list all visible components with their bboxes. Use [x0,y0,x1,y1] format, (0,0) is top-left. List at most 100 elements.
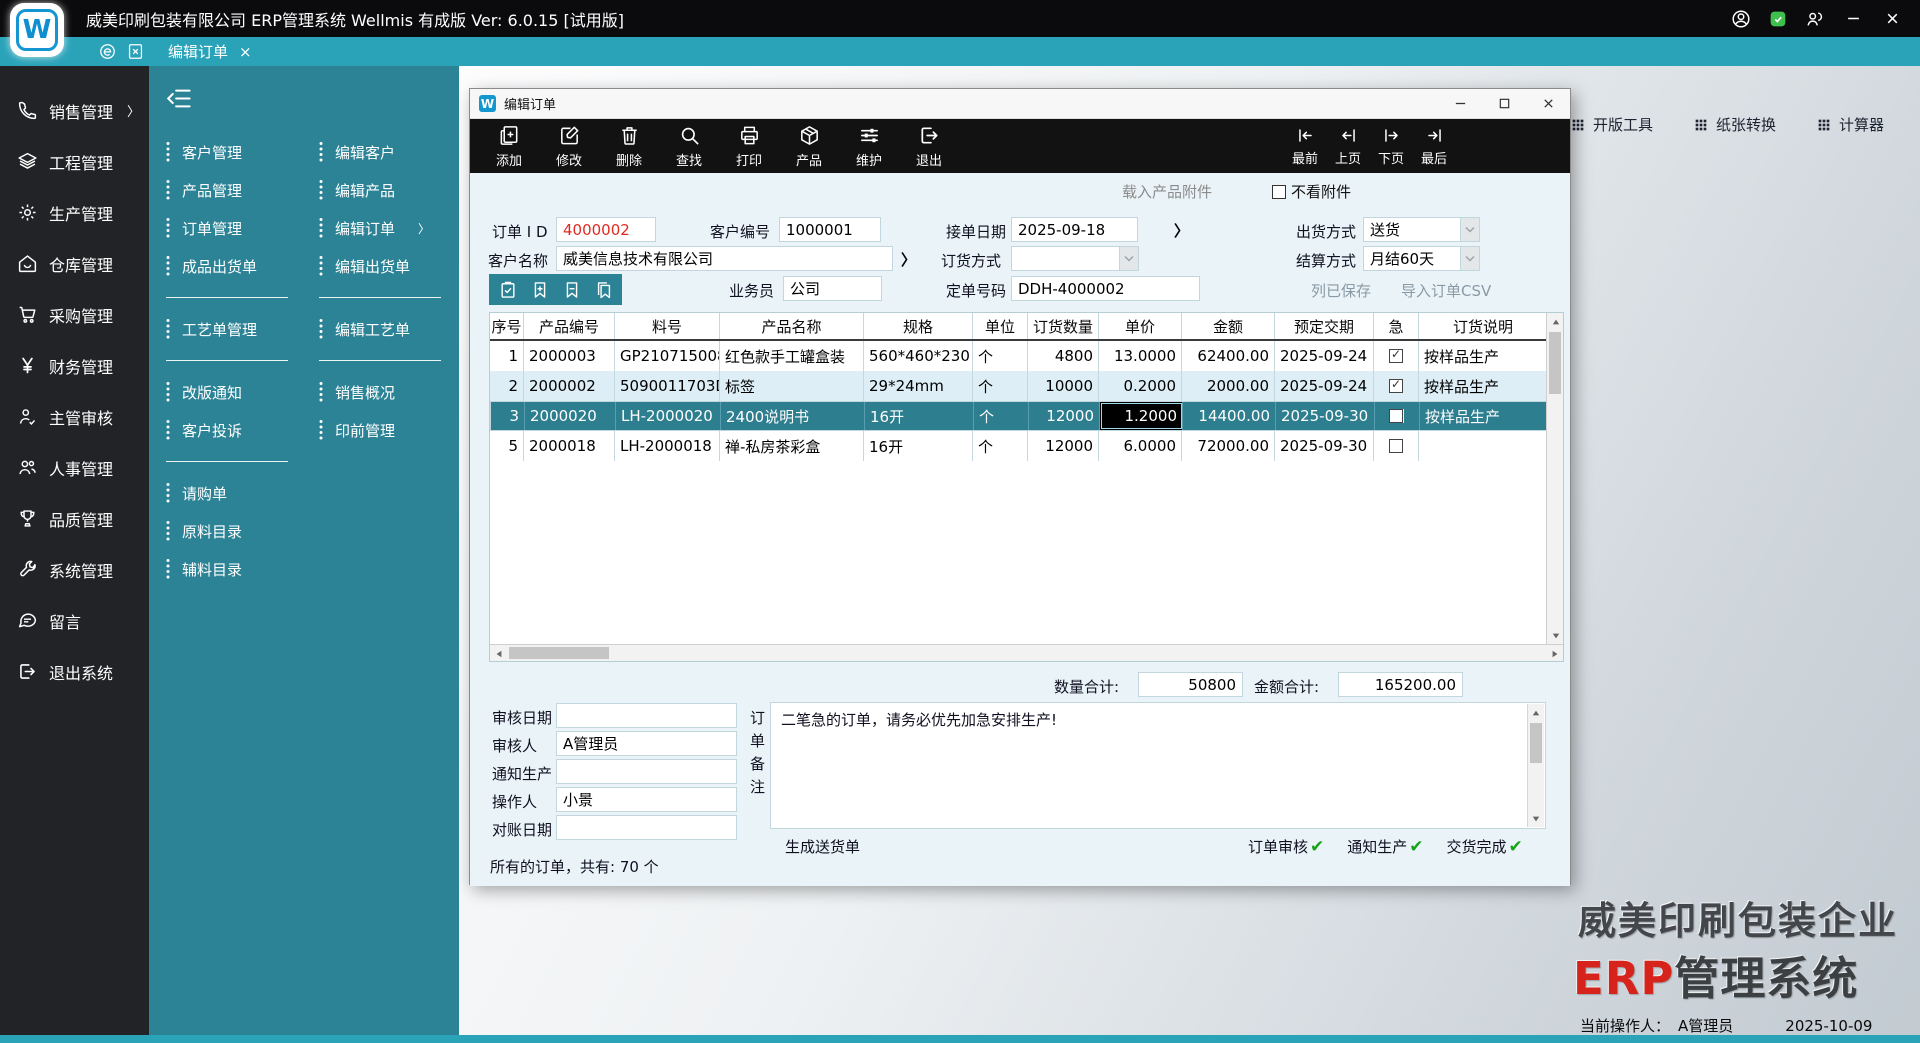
submenu-item[interactable]: 原料目录 [165,512,310,550]
cell-序号[interactable]: 5 [490,431,524,461]
submenu-item[interactable]: 订单管理 [165,209,310,247]
column-header[interactable]: 订货数量 [1028,313,1099,339]
submenu-item[interactable]: 产品管理 [165,171,310,209]
window-close-button[interactable] [1526,89,1570,118]
badge-icon[interactable] [1767,8,1789,30]
chevron-down-icon[interactable] [1460,247,1479,270]
sidebar-item[interactable]: 销售管理〉 [0,85,149,136]
nav-button[interactable]: 下页 [1371,126,1411,167]
sidebar-item[interactable]: 品质管理 [0,493,149,544]
table-row[interactable]: 12000003GP210715008红色款手工罐盒装560*460*230个4… [490,341,1546,371]
submenu-item[interactable]: 客户投诉 [165,411,310,449]
cell-金额[interactable]: 72000.00 [1182,431,1275,461]
window-titlebar[interactable]: W 编辑订单 [470,89,1570,119]
toolbar-button[interactable]: 退出 [903,124,955,169]
cell-规格[interactable]: 560*460*230 [864,341,973,371]
cell-产品名称[interactable]: 禅-私房茶彩盒 [720,431,864,461]
order-method-select[interactable] [1011,246,1139,271]
scroll-down-icon[interactable] [1527,810,1544,827]
customer-name-more-button[interactable]: 〉 [901,249,916,270]
table-row[interactable]: 32000020LH-20000202400说明书16开个120001.2000… [490,401,1546,431]
ship-method-select[interactable]: 送货 [1363,217,1480,242]
window-maximize-button[interactable] [1482,89,1526,118]
skip-attachment-checkbox[interactable]: 不看附件 [1272,181,1351,202]
cell-产品名称[interactable]: 标签 [720,371,864,401]
customer-no-field[interactable]: 1000001 [779,217,881,242]
column-header[interactable]: 急 [1374,313,1419,339]
salesman-field[interactable]: 公司 [783,276,882,301]
toolbar-button[interactable]: 打印 [723,124,775,169]
order-id-field[interactable]: 4000002 [556,217,656,242]
cell-订货数量[interactable]: 12000 [1029,402,1100,430]
scroll-up-icon[interactable] [1547,313,1564,330]
cell-订货数量[interactable]: 12000 [1028,431,1099,461]
cell-单价[interactable]: 0.2000 [1099,371,1182,401]
checkbox-unchecked-icon[interactable] [1272,185,1286,199]
order-no-field[interactable]: DDH-4000002 [1011,276,1200,301]
column-header[interactable]: 规格 [864,313,973,339]
nav-button[interactable]: 最前 [1285,126,1325,167]
table-vertical-scrollbar[interactable] [1546,313,1563,644]
cell-预定交期[interactable]: 2025-09-24 [1275,341,1374,371]
cell-产品编号[interactable]: 2000003 [524,341,615,371]
cell-料号[interactable]: LH-2000018 [615,431,720,461]
make-delivery-link[interactable]: 生成送货单 [785,836,860,857]
clipboard-check-icon[interactable] [498,280,518,300]
app-close-button[interactable] [1880,7,1904,31]
cell-序号[interactable]: 2 [490,371,524,401]
scroll-left-icon[interactable] [490,645,507,662]
bookmark-minus-icon[interactable] [562,280,582,300]
sidebar-item[interactable]: 系统管理 [0,544,149,595]
cell-规格[interactable]: 29*24mm [864,371,973,401]
submenu-item[interactable]: 编辑工艺单 [318,310,456,348]
collapse-icon[interactable] [166,85,193,112]
cell-序号[interactable]: 1 [490,341,524,371]
cell-金额[interactable]: 62400.00 [1182,341,1275,371]
toolbar-button[interactable]: 添加 [483,124,535,169]
cell-产品编号[interactable]: 2000002 [524,371,615,401]
tab-edit-order[interactable]: 编辑订单 × [168,41,252,62]
chevron-down-icon[interactable] [1460,218,1479,241]
cell-料号[interactable]: 5090011703D [615,371,720,401]
scroll-up-icon[interactable] [1527,704,1544,721]
column-header[interactable]: 料号 [615,313,720,339]
review-input-3[interactable] [556,759,737,784]
scrollbar-thumb[interactable] [1549,332,1561,394]
cell-金额[interactable]: 14400.00 [1183,402,1276,430]
toolbar-button[interactable]: 删除 [603,124,655,169]
browser-icon[interactable] [98,42,117,61]
scroll-down-icon[interactable] [1547,627,1564,644]
review-input-4[interactable]: 小景 [556,787,737,812]
cell-单价[interactable]: 13.0000 [1099,341,1182,371]
cell-产品名称[interactable]: 红色款手工罐盒装 [720,341,864,371]
receive-date-field[interactable]: 2025-09-18 [1011,217,1138,242]
tab-close-icon[interactable]: × [239,43,252,61]
cell-料号[interactable]: GP210715008 [615,341,720,371]
submenu-item[interactable]: 编辑客户 [318,133,456,171]
cell-单价[interactable]: 6.0000 [1099,431,1182,461]
order-remark-textarea[interactable]: 二笔急的订单，请务必优先加急安排生产! [770,702,1546,829]
submenu-item[interactable]: 请购单 [165,474,310,512]
table-row[interactable]: 220000025090011703D标签29*24mm个100000.2000… [490,371,1546,401]
cell-订货说明[interactable] [1419,431,1546,461]
cell-规格[interactable]: 16开 [864,431,973,461]
cell-急[interactable] [1374,431,1419,461]
column-header[interactable]: 单位 [973,313,1028,339]
submenu-item[interactable]: 印前管理 [318,411,456,449]
sidebar-item[interactable]: 财务管理 [0,340,149,391]
review-input-1[interactable] [556,703,737,728]
checkbox-unchecked-icon[interactable] [1389,409,1403,423]
tool-item[interactable]: 计算器 [1816,114,1884,135]
sidebar-item[interactable]: 退出系统 [0,646,149,697]
cell-金额[interactable]: 2000.00 [1182,371,1275,401]
submenu-item[interactable]: 辅料目录 [165,550,310,588]
remark-scrollbar[interactable] [1527,704,1544,827]
cell-预定交期[interactable]: 2025-09-30 [1275,431,1374,461]
column-header[interactable]: 产品名称 [720,313,864,339]
checkbox-checked-icon[interactable] [1389,349,1403,363]
cell-规格[interactable]: 16开 [865,402,974,430]
sidebar-item[interactable]: 工程管理 [0,136,149,187]
submenu-item[interactable]: 编辑产品 [318,171,456,209]
table-horizontal-scrollbar[interactable] [490,644,1563,661]
nav-button[interactable]: 上页 [1328,126,1368,167]
